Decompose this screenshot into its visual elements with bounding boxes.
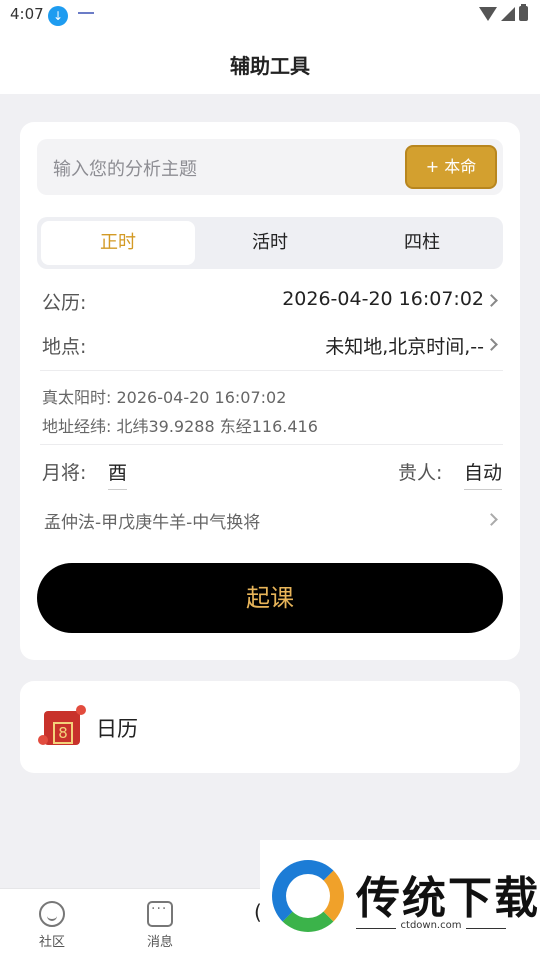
guiren-label: 贵人: <box>398 462 443 484</box>
watermark-url: ctdown.com <box>400 920 462 931</box>
divination-form-card: 输入您的分析主题 + 本命 正时 活时 四柱 公历: 2026-04-20 16… <box>20 122 520 660</box>
chevron-right-icon[interactable] <box>485 513 498 526</box>
calendar-icon-number: 8 <box>53 722 73 744</box>
nav-label: 消息 <box>146 935 173 950</box>
topic-placeholder: 输入您的分析主题 <box>53 159 197 180</box>
method-select[interactable]: 孟仲法-甲戊庚牛羊-中气换将 <box>44 508 260 533</box>
chevron-right-icon[interactable] <box>485 338 498 351</box>
location-label: 地点: <box>42 336 87 358</box>
true-solar-time: 真太阳时: 2026-04-20 16:07:02 <box>42 388 287 407</box>
message-icon <box>147 901 173 927</box>
topic-input[interactable]: 输入您的分析主题 + 本命 <box>37 139 503 195</box>
tab-sizhu[interactable]: 四柱 <box>345 221 499 265</box>
watermark-logo-icon <box>272 860 344 932</box>
nav-label: 社区 <box>38 935 65 950</box>
wifi-icon <box>479 6 497 21</box>
status-time: 4:07 <box>10 5 44 23</box>
calendar-label: 公历: <box>42 292 87 314</box>
calendar-card[interactable]: 8 日历 <box>20 681 520 773</box>
smile-icon <box>39 901 65 927</box>
time-mode-tabs: 正时 活时 四柱 <box>37 217 503 269</box>
watermark-title: 传统下载 <box>356 873 540 924</box>
yuejiang-label: 月将: <box>42 462 87 484</box>
start-button[interactable]: 起课 <box>37 563 503 633</box>
notification-icon <box>78 12 94 17</box>
flower-icon <box>38 735 48 745</box>
calendar-icon: 8 <box>38 705 86 745</box>
flower-icon <box>76 705 86 715</box>
calendar-value[interactable]: 2026-04-20 16:07:02 <box>282 288 484 310</box>
divider <box>466 928 506 929</box>
calendar-label: 日历 <box>96 717 138 741</box>
watermark: 传统下载 ctdown.com <box>260 840 540 960</box>
signal-icon <box>501 6 515 21</box>
divider <box>40 444 503 445</box>
header: 辅助工具 <box>0 30 540 94</box>
status-icons <box>479 4 528 21</box>
download-icon: ↓ <box>48 6 68 26</box>
page-title: 辅助工具 <box>230 54 310 78</box>
status-bar: 4:07 ↓ <box>0 0 540 30</box>
coordinates: 地址经纬: 北纬39.9288 东经116.416 <box>42 417 318 436</box>
yuejiang-select[interactable]: 酉 <box>108 458 128 490</box>
location-value[interactable]: 未知地,北京时间,-- <box>325 332 484 359</box>
divider <box>40 370 503 371</box>
chevron-right-icon[interactable] <box>485 294 498 307</box>
nav-item-messages[interactable]: 消息 <box>130 901 190 950</box>
guiren-select[interactable]: 自动 <box>464 458 503 490</box>
tab-huoshi[interactable]: 活时 <box>193 221 347 265</box>
benming-button[interactable]: + 本命 <box>405 145 497 189</box>
tab-zhengshi[interactable]: 正时 <box>41 221 195 265</box>
nav-item-community[interactable]: 社区 <box>22 901 82 950</box>
battery-icon <box>519 4 528 21</box>
